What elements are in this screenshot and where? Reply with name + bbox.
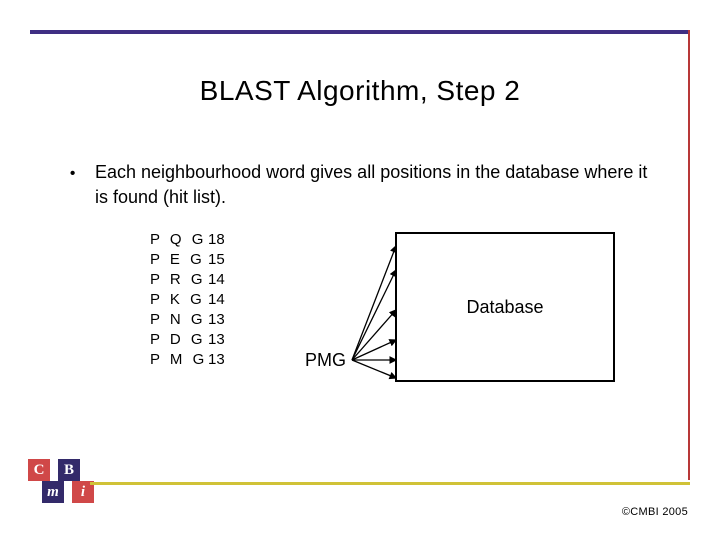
word-row: P N G13: [150, 310, 232, 330]
word-row: P Q G18: [150, 230, 232, 250]
word-row: P K G14: [150, 290, 232, 310]
word-row: P E G15: [150, 250, 232, 270]
database-box: Database: [395, 232, 615, 382]
logo-letter-c: C: [28, 459, 50, 481]
bottom-border: [90, 482, 690, 485]
copyright: ©CMBI 2005: [622, 506, 688, 518]
slide-title: BLAST Algorithm, Step 2: [0, 75, 720, 107]
top-border: [30, 30, 690, 34]
word-row: P M G13: [150, 350, 232, 370]
database-label: Database: [466, 297, 543, 318]
query-word-label: PMG: [305, 350, 346, 371]
bullet-text: Each neighbourhood word gives all positi…: [95, 160, 650, 210]
word-row: P D G13: [150, 330, 232, 350]
cmbi-logo: C m B i: [28, 459, 90, 505]
logo-letter-m: m: [42, 481, 64, 503]
word-row: P R G14: [150, 270, 232, 290]
logo-letter-b: B: [58, 459, 80, 481]
bullet-dot: •: [70, 165, 75, 182]
arrows-graphic: [350, 230, 400, 385]
word-list: P Q G18 P E G15 P R G14 P K G14 P N G13 …: [150, 230, 232, 370]
